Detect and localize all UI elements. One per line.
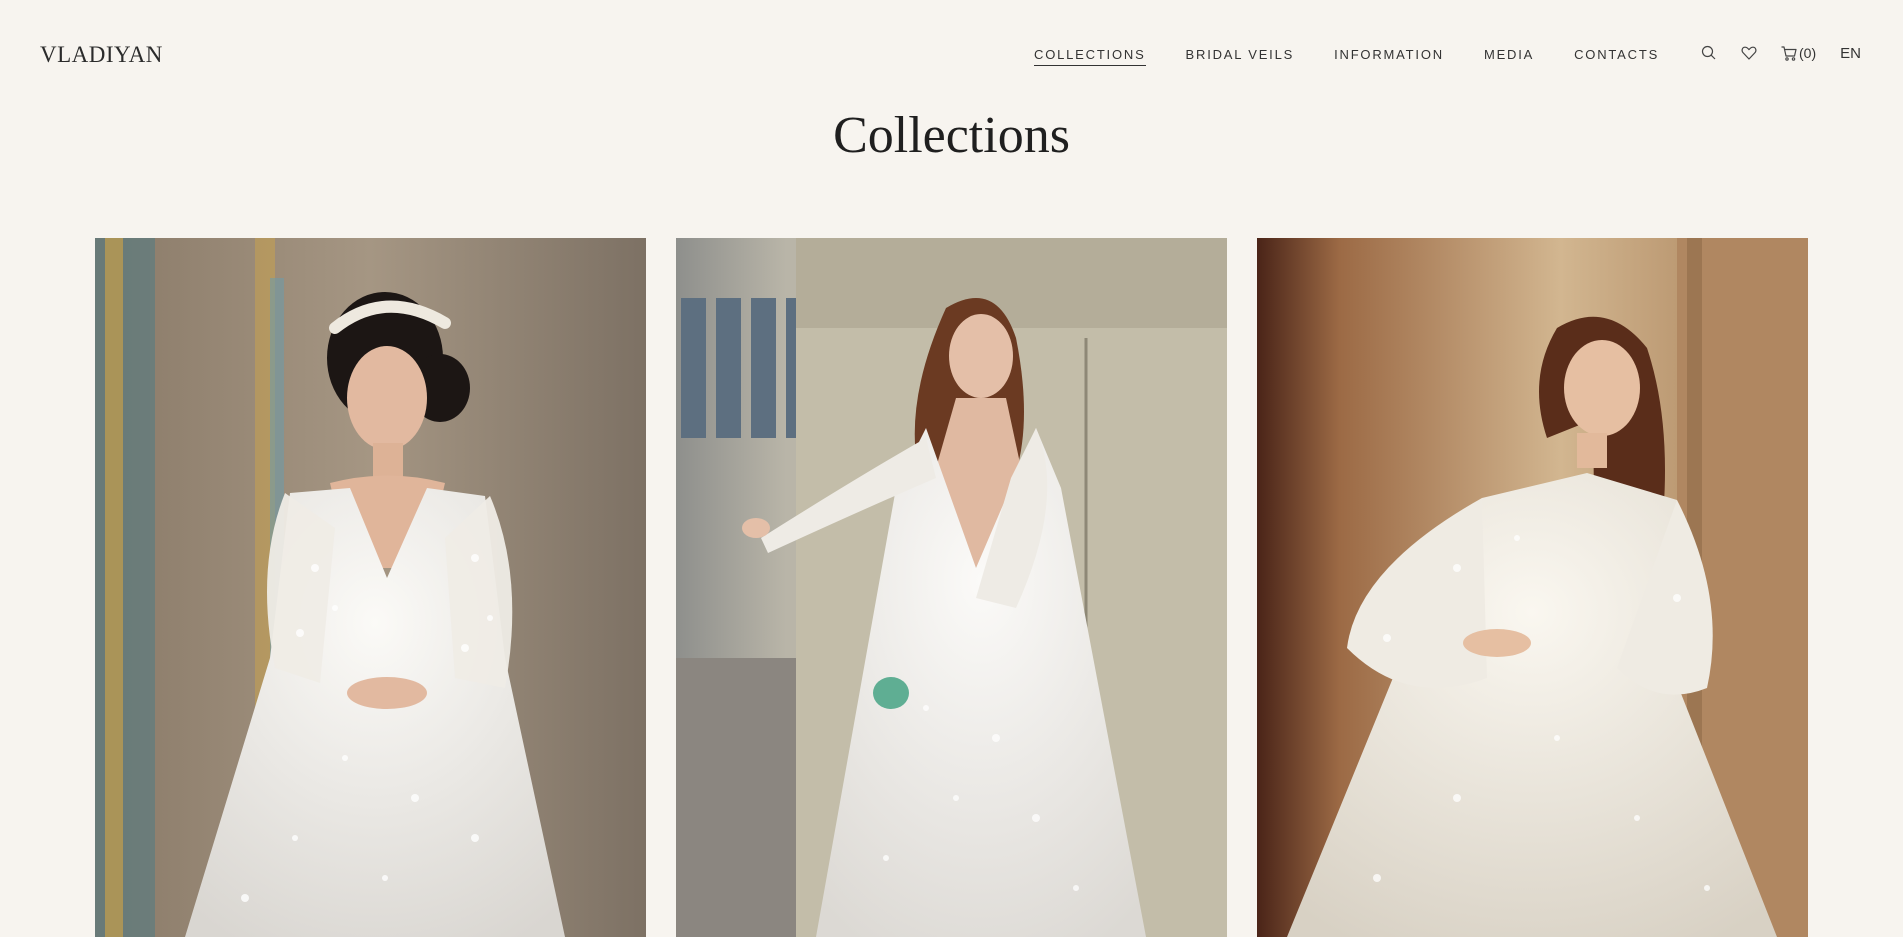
collections-grid [95,238,1838,937]
collection-card[interactable] [1257,238,1808,937]
nav-item-bridal-veils[interactable]: BRIDAL VEILS [1186,47,1295,66]
nav-item-collections[interactable]: COLLECTIONS [1034,47,1146,66]
collection-card[interactable] [676,238,1227,937]
cart-button[interactable]: (0) [1780,44,1816,62]
logo[interactable]: VLADIYAN [40,42,163,68]
cart-count: (0) [1799,45,1817,61]
heart-icon[interactable] [1740,44,1758,62]
collection-image [95,238,646,937]
nav-item-information[interactable]: INFORMATION [1334,47,1444,66]
language-selector[interactable]: EN [1840,45,1861,62]
collection-card[interactable] [95,238,646,937]
page-title: Collections [833,107,1070,164]
search-icon[interactable] [1700,44,1718,62]
cart-icon [1780,44,1798,62]
site-header: VLADIYAN COLLECTIONS BRIDAL VEILS INFORM… [0,0,1903,110]
header-utilities: (0) EN [1700,44,1861,62]
collection-image [1257,238,1808,937]
nav-item-media[interactable]: MEDIA [1484,47,1534,66]
collection-image [676,238,1227,937]
nav-item-contacts[interactable]: CONTACTS [1574,47,1659,66]
main-nav: COLLECTIONS BRIDAL VEILS INFORMATION MED… [1034,47,1699,66]
